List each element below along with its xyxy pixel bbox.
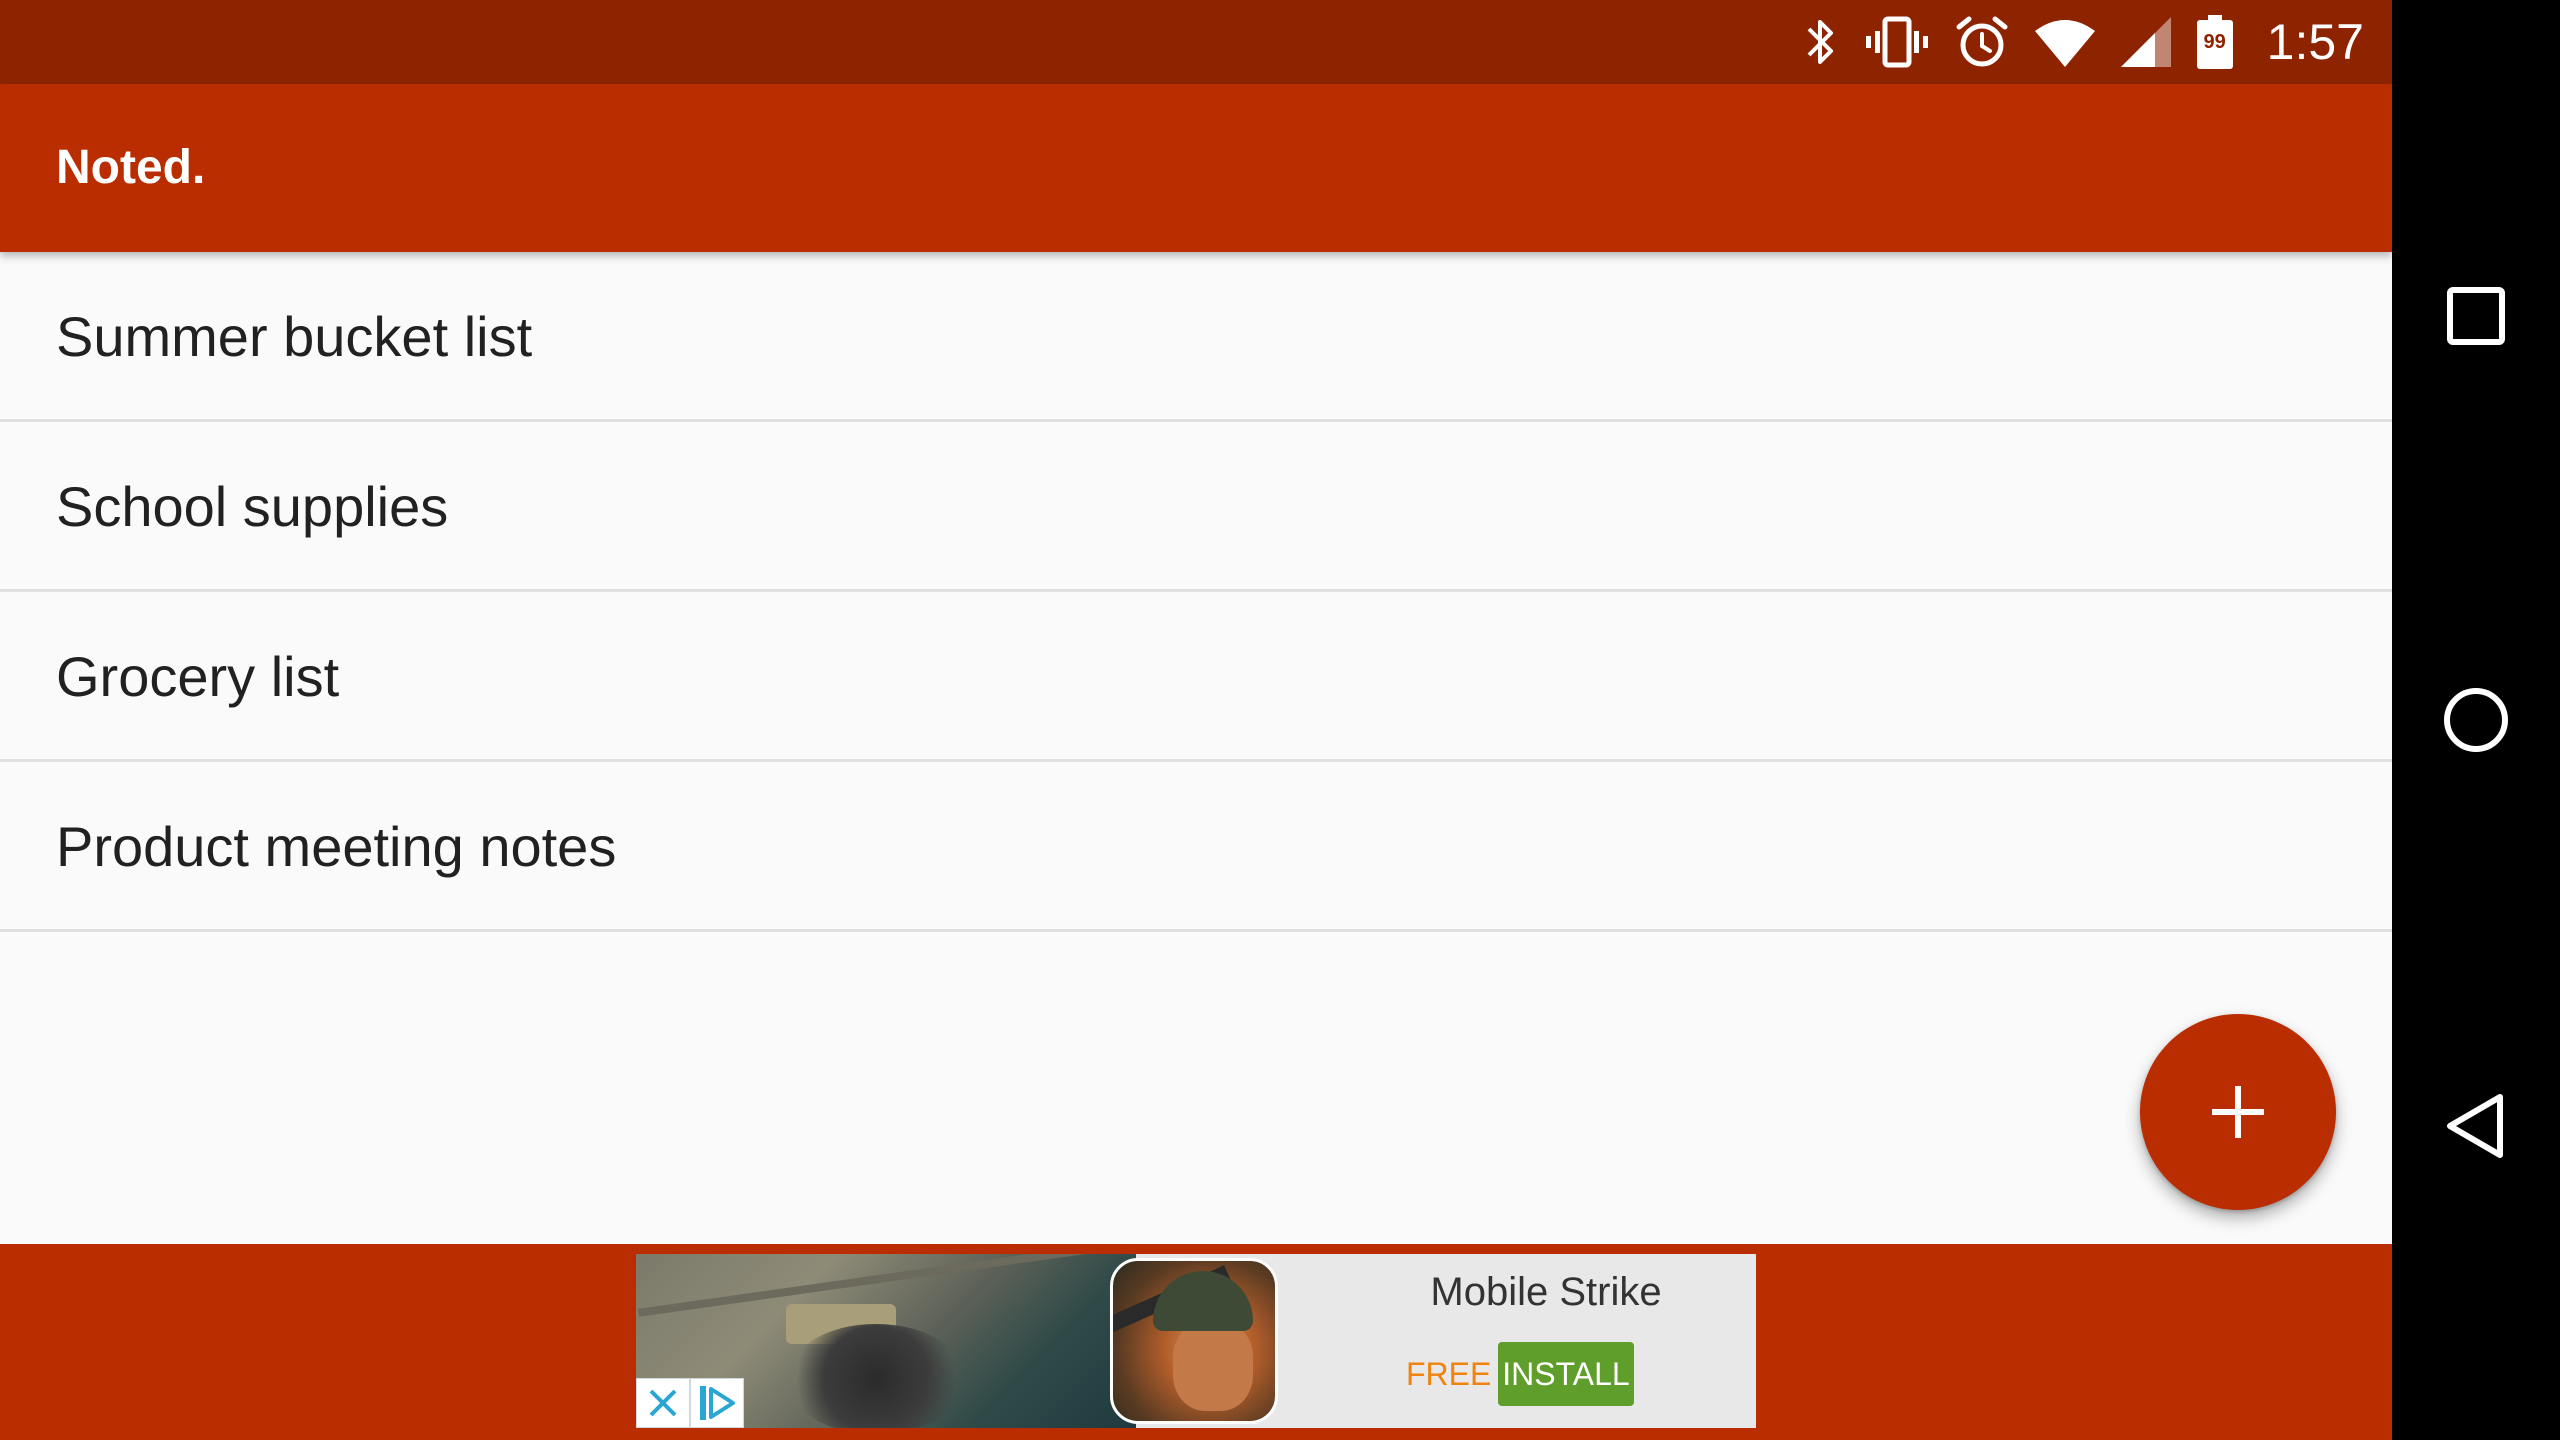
home-icon xyxy=(2444,688,2508,752)
close-icon xyxy=(649,1389,677,1417)
list-item[interactable]: Product meeting notes xyxy=(0,762,2392,932)
ad-choices-icon xyxy=(700,1386,735,1420)
list-item[interactable]: School supplies xyxy=(0,422,2392,592)
note-title: Grocery list xyxy=(56,645,340,708)
ad-install-button[interactable]: INSTALL xyxy=(1498,1342,1634,1406)
status-bar: 99 1:57 xyxy=(0,0,2392,84)
recents-icon xyxy=(2447,287,2505,345)
back-button[interactable] xyxy=(2392,1042,2560,1210)
battery-icon: 99 xyxy=(2196,15,2233,69)
ad-banner[interactable]: Mobile Strike FREE INSTALL xyxy=(636,1254,1756,1428)
back-icon xyxy=(2447,1094,2503,1158)
wifi-icon xyxy=(2034,17,2095,67)
vibrate-icon xyxy=(1865,15,1929,69)
alarm-icon xyxy=(1955,15,2009,69)
bluetooth-icon xyxy=(1803,15,1839,69)
ad-title: Mobile Strike xyxy=(1430,1270,1662,1314)
navigation-bar xyxy=(2392,0,2560,1440)
app-title: Noted. xyxy=(56,141,206,194)
list-item[interactable]: Summer bucket list xyxy=(0,252,2392,422)
status-icons: 99 1:57 xyxy=(1803,0,2364,84)
ad-banner-bar: Mobile Strike FREE INSTALL xyxy=(0,1244,2392,1440)
note-title: Summer bucket list xyxy=(56,305,533,368)
cell-signal-icon xyxy=(2120,17,2171,67)
ad-controls xyxy=(636,1378,744,1428)
battery-level: 99 xyxy=(2203,31,2226,53)
add-note-button[interactable] xyxy=(2140,1014,2336,1210)
list-item[interactable]: Grocery list xyxy=(0,592,2392,762)
app-screen: 99 1:57 Noted. Summer bucket list School… xyxy=(0,0,2392,1440)
status-clock: 1:57 xyxy=(2266,14,2364,70)
ad-close-button[interactable] xyxy=(636,1378,690,1428)
ad-choices-button[interactable] xyxy=(690,1378,744,1428)
note-title: Product meeting notes xyxy=(56,815,617,878)
app-bar: Noted. xyxy=(0,84,2392,252)
recents-button[interactable] xyxy=(2392,232,2560,400)
ad-app-icon[interactable] xyxy=(1110,1258,1278,1424)
note-title: School supplies xyxy=(56,475,449,538)
ad-price-label: FREE xyxy=(1406,1356,1492,1392)
plus-icon xyxy=(2212,1086,2264,1138)
note-list: Summer bucket list School supplies Groce… xyxy=(0,252,2392,932)
home-button[interactable] xyxy=(2392,636,2560,804)
